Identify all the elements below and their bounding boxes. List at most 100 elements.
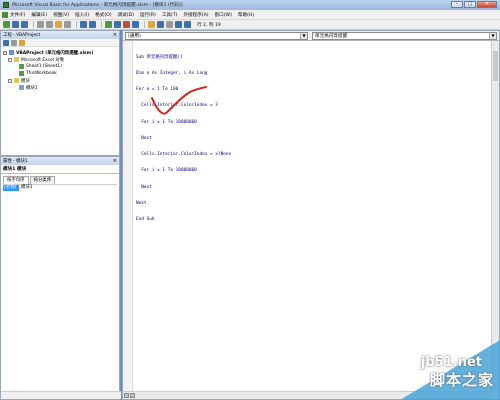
menu-label: 视图(V)	[53, 12, 70, 18]
toolbox-icon[interactable]	[175, 21, 182, 28]
design-mode-icon[interactable]	[132, 21, 139, 28]
menu-debug[interactable]: 调试(D)	[118, 12, 134, 18]
toggle-folders-icon[interactable]	[19, 39, 25, 46]
menu-run[interactable]: 运行(R)	[140, 12, 156, 18]
procedure-combo-value: 单元格闪烁提醒	[315, 33, 348, 39]
procedure-combo[interactable]: 单元格闪烁提醒 ▼	[312, 31, 497, 40]
tree-node-module1[interactable]: 模块1	[3, 84, 117, 91]
redo-icon[interactable]	[89, 21, 96, 28]
maximize-button[interactable]: □	[464, 1, 476, 8]
help-icon[interactable]	[184, 21, 191, 28]
vertical-scrollbar[interactable]	[491, 41, 499, 391]
run-icon[interactable]	[105, 21, 112, 28]
chevron-down-icon[interactable]: ▼	[489, 32, 496, 39]
vba-app-icon	[3, 2, 9, 8]
property-row-name[interactable]: (名称) 模块1	[3, 184, 117, 191]
code-line: Cells.Interior.ColorIndex = xlNone	[136, 152, 232, 158]
procedure-view-button[interactable]	[124, 393, 129, 398]
menu-label: 外接程序(A)	[183, 12, 209, 18]
worksheet-icon	[19, 64, 24, 69]
menu-label: 格式(O)	[95, 12, 112, 18]
menu-bar: 文件(F) 编辑(E) 视图(V) 插入(I) 格式(O) 调试(D) 运行(R…	[0, 10, 500, 20]
scrollbar-thumb[interactable]	[493, 51, 498, 81]
project-pane-title: 工程 - VBAProject	[3, 33, 41, 38]
menu-file[interactable]: 文件(F)	[2, 11, 25, 18]
properties-scroll-area	[1, 391, 121, 399]
tree-node-label: 模块	[21, 78, 30, 84]
project-pane-toolbar	[1, 39, 119, 47]
collapse-icon[interactable]: -	[8, 78, 12, 83]
properties-pane-titlebar: 属性 - 模块1 ×	[1, 157, 119, 165]
project-pane-close-button[interactable]: ×	[113, 32, 117, 38]
menu-insert[interactable]: 插入(I)	[75, 12, 89, 18]
view-excel-icon[interactable]	[3, 21, 10, 28]
menu-tools[interactable]: 工具(T)	[162, 12, 178, 18]
tab-alphabetic[interactable]: 按字母序	[3, 176, 29, 184]
code-combo-bar: (通用) ▼ 单元格闪烁提醒 ▼	[123, 31, 499, 41]
code-text[interactable]: Sub 单元格闪烁提醒() Dim a As Integer, i As Lon…	[136, 44, 231, 233]
paste-icon[interactable]	[55, 21, 62, 28]
excel-icon	[2, 11, 8, 18]
cut-icon[interactable]	[37, 21, 44, 28]
menu-window[interactable]: 窗口(W)	[215, 12, 232, 18]
collapse-icon[interactable]: -	[8, 57, 12, 62]
insert-module-icon[interactable]	[12, 21, 19, 28]
project-explorer-icon[interactable]	[148, 21, 155, 28]
copy-icon[interactable]	[46, 21, 53, 28]
save-icon[interactable]	[21, 21, 28, 28]
view-code-icon[interactable]	[3, 39, 9, 46]
menu-label: 编辑(E)	[31, 12, 48, 18]
chevron-down-icon[interactable]: ▼	[300, 32, 307, 39]
tree-node-project[interactable]: - VBAProject (单元格闪烁提醒.xlsm)	[3, 49, 117, 56]
properties-tabs: 按字母序 按分类序	[1, 176, 119, 184]
properties-icon[interactable]	[157, 21, 164, 28]
menu-addins[interactable]: 外接程序(A)	[183, 12, 208, 18]
tree-node-label: ThisWorkbook	[26, 71, 57, 76]
object-combo-value: (通用)	[128, 33, 141, 39]
tree-node-excel-objects[interactable]: - Microsoft Excel 对象	[3, 56, 117, 63]
menu-help[interactable]: 帮助(H)	[238, 12, 254, 18]
workbook-icon	[19, 71, 24, 76]
menu-format[interactable]: 格式(O)	[95, 12, 111, 18]
undo-icon[interactable]	[80, 21, 87, 28]
tree-node-modules[interactable]: - 模块	[3, 77, 117, 84]
code-line: For i = 1 To 10000000	[136, 168, 197, 174]
properties-window: 属性 - 模块1 × 模块1 模块 按字母序 按分类序 (名称) 模块1	[0, 156, 121, 400]
view-object-icon[interactable]	[11, 39, 17, 46]
tree-node-label: Microsoft Excel 对象	[21, 57, 65, 63]
tree-node-sheet1[interactable]: Sheet1 (Sheet1)	[3, 63, 117, 70]
window-title: Microsoft Visual Basic for Applications …	[12, 3, 183, 8]
property-key: (名称)	[3, 185, 19, 191]
full-module-view-button[interactable]	[130, 393, 135, 398]
folder-icon	[14, 57, 19, 62]
toolbar-separator	[144, 21, 145, 28]
code-line: Sub 单元格闪烁提醒()	[136, 54, 183, 60]
properties-pane-close-button[interactable]: ×	[113, 158, 117, 164]
menu-edit[interactable]: 编辑(E)	[31, 12, 47, 18]
tab-categorized[interactable]: 按分类序	[29, 176, 56, 184]
close-button[interactable]: ✕	[477, 1, 497, 8]
find-icon[interactable]	[64, 21, 71, 28]
reset-icon[interactable]	[123, 21, 130, 28]
menu-label: 运行(R)	[139, 12, 156, 18]
project-icon	[9, 50, 14, 55]
break-icon[interactable]	[114, 21, 121, 28]
tree-node-thisworkbook[interactable]: ThisWorkbook	[3, 70, 117, 77]
toolbar-separator	[76, 21, 77, 28]
properties-object-select[interactable]: 模块1 模块	[1, 165, 119, 174]
menu-view[interactable]: 视图(V)	[53, 12, 69, 18]
margin-indicator-bar[interactable]	[123, 41, 133, 391]
project-tree: - VBAProject (单元格闪烁提醒.xlsm) - Microsoft …	[1, 47, 119, 93]
properties-pane-title: 属性 - 模块1	[3, 159, 28, 164]
toolbar-separator	[101, 21, 102, 28]
minimize-button[interactable]: –	[451, 1, 463, 8]
collapse-icon[interactable]: -	[3, 50, 7, 55]
standard-toolbar: 行 2, 列 19	[0, 20, 500, 30]
object-combo[interactable]: (通用) ▼	[125, 31, 308, 40]
module-icon	[19, 85, 24, 90]
code-line: Next	[136, 135, 152, 141]
cursor-position: 行 2, 列 19	[197, 22, 221, 28]
code-line: Next	[136, 200, 147, 206]
property-value[interactable]: 模块1	[19, 185, 33, 191]
object-browser-icon[interactable]	[166, 21, 173, 28]
